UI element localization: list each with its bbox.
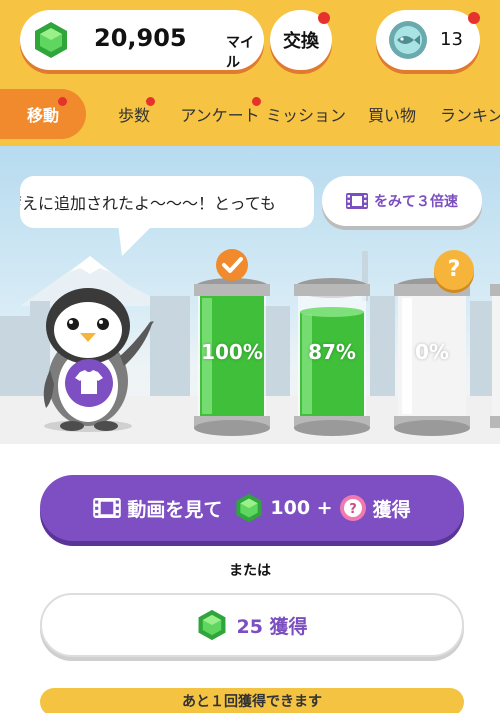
- tab-steps[interactable]: 歩数: [104, 89, 164, 139]
- tab-bar: 移動 歩数 アンケート ミッション 買い物 ランキング: [0, 84, 500, 146]
- tab-survey[interactable]: アンケート: [178, 89, 262, 139]
- tab-label: 歩数: [117, 106, 150, 125]
- check-icon: [216, 249, 248, 281]
- tab-mission[interactable]: ミッション: [264, 89, 348, 139]
- watch-video-button[interactable]: 動画を見て 100 + ? 獲得: [40, 475, 464, 541]
- tab-label: 移動: [26, 106, 59, 125]
- fish-coin-icon: [389, 21, 427, 59]
- film-icon: [346, 193, 368, 209]
- question-icon: ?: [339, 495, 366, 521]
- remaining-count-banner: あと１回獲得できます: [40, 688, 464, 713]
- speech-tail: [118, 224, 154, 256]
- notification-badge: [468, 12, 480, 24]
- tab-label: ミッション: [265, 106, 346, 125]
- shirt-icon: [65, 359, 113, 407]
- exchange-label: 交換: [283, 31, 319, 52]
- tab-shopping[interactable]: 買い物: [364, 89, 420, 139]
- tube-percent: 100%: [201, 340, 263, 364]
- question-mark: ?: [447, 257, 461, 282]
- video-speed-up-button[interactable]: をみて３倍速: [322, 176, 482, 226]
- coin-balance[interactable]: 13: [376, 10, 480, 70]
- miles-unit: マイル: [226, 35, 254, 71]
- progress-tube: 0%: [392, 276, 472, 436]
- tab-label: アンケート: [180, 106, 260, 125]
- watch-amount: 100 +: [270, 497, 333, 519]
- video-speed-label: をみて３倍速: [374, 194, 458, 210]
- or-label: または: [229, 563, 271, 579]
- green-gem-icon: [198, 609, 226, 641]
- tab-ranking[interactable]: ランキング: [440, 89, 500, 139]
- progress-tube: 100%: [192, 276, 272, 436]
- notification-badge: [318, 12, 330, 24]
- exchange-button[interactable]: 交換: [270, 10, 332, 70]
- speech-bubble: 蓄えに追加されたよ〜〜〜！とっても: [20, 176, 314, 228]
- tube-percent: 0%: [415, 340, 449, 364]
- notification-badge: [146, 97, 155, 106]
- question-icon: ?: [434, 250, 474, 290]
- green-gem-icon: [35, 22, 67, 58]
- film-icon: [93, 498, 122, 518]
- notification-badge: [58, 97, 67, 106]
- top-bar: 20,905 マイル 交換 13: [0, 0, 500, 84]
- watch-suffix: 獲得: [372, 498, 411, 521]
- green-gem-icon: [236, 493, 263, 523]
- penguin-scene: 蓄えに追加されたよ〜〜〜！とっても をみて３倍速 100% 87% 0% ?: [0, 146, 500, 444]
- svg-text:?: ?: [349, 502, 357, 517]
- tab-label: 買い物: [367, 106, 416, 125]
- speech-text: 蓄えに追加されたよ〜〜〜！とっても: [20, 194, 276, 213]
- notification-badge: [252, 97, 261, 106]
- progress-tube: 87%: [292, 276, 372, 436]
- tab-move[interactable]: 移動: [0, 89, 86, 139]
- miles-balance[interactable]: 20,905 マイル: [20, 10, 264, 71]
- miles-value: 20,905: [94, 24, 187, 52]
- watch-prefix: 動画を見て: [127, 498, 223, 521]
- get-miles-button[interactable]: 25 獲得: [40, 593, 464, 657]
- tab-label: ランキング: [440, 106, 500, 125]
- progress-tube-partial: [490, 284, 500, 428]
- coin-count: 13: [440, 29, 463, 50]
- tube-percent: 87%: [308, 340, 356, 364]
- get-label: 25 獲得: [236, 615, 308, 638]
